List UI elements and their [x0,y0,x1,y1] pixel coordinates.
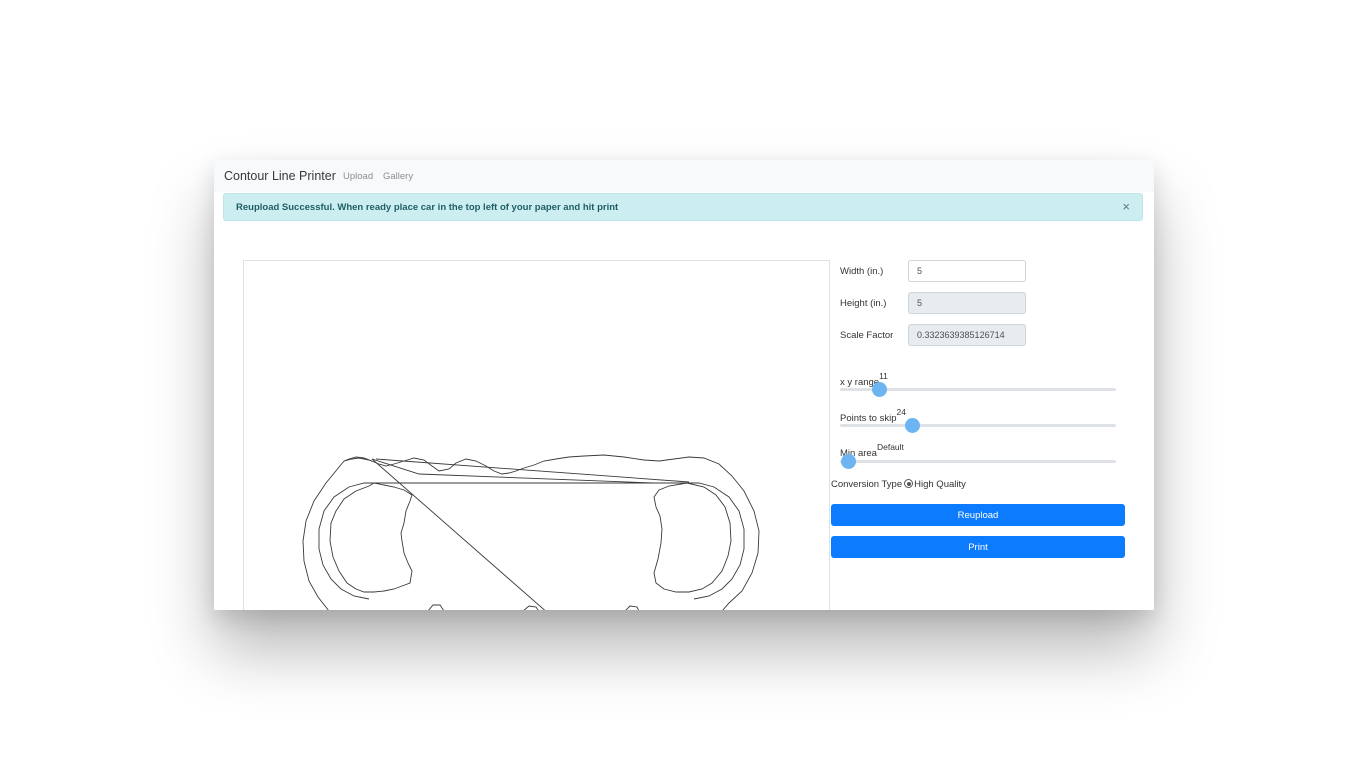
conversion-type-label: Conversion Type [831,479,903,490]
high-quality-option[interactable]: High Quality [914,479,966,490]
inner-left-contour [329,482,413,593]
reupload-button[interactable]: Reupload [831,504,1125,526]
conversion-type: Conversion Type High Quality [831,479,966,490]
height-label: Height (in.) [840,298,887,309]
width-label: Width (in.) [840,266,884,277]
height-input[interactable] [908,292,1026,314]
cross-line-1 [371,458,546,610]
brand-title[interactable]: Contour Line Printer [224,169,336,183]
bottom-bump-3 [625,605,640,610]
points-to-skip-value: 24 [896,407,906,417]
radio-selected-icon[interactable] [904,479,914,488]
bottom-bump-1 [428,604,444,610]
close-icon[interactable]: × [1122,199,1130,215]
success-alert: Reupload Successful. When ready place ca… [223,193,1143,221]
min-area-thumb[interactable] [841,454,857,469]
right-ring [687,482,745,600]
cross-line-2 [371,458,655,484]
contour-drawing [302,454,760,610]
inner-right-contour [653,482,732,593]
points-to-skip-label: Points to skip24 [840,407,906,424]
min-area-slider[interactable] [840,454,1116,469]
width-input[interactable] [908,260,1026,282]
points-to-skip-slider[interactable] [840,418,1116,433]
navbar: Contour Line Printer Upload Gallery [214,160,1154,192]
scale-factor-label: Scale Factor [840,330,894,341]
nav-link-upload[interactable]: Upload [343,171,373,182]
points-to-skip-thumb[interactable] [904,418,920,433]
xy-range-thumb[interactable] [871,382,887,397]
app-window: Contour Line Printer Upload Gallery Reup… [214,160,1154,610]
xy-range-slider[interactable] [840,382,1116,397]
bottom-bump-2 [523,605,539,610]
min-area-value: Default [876,442,904,452]
nav-link-gallery[interactable]: Gallery [383,171,413,182]
print-button[interactable]: Print [831,536,1125,558]
scale-factor-input[interactable] [908,324,1026,346]
alert-message: Reupload Successful. When ready place ca… [236,202,619,213]
contour-canvas [243,260,830,610]
xy-range-value: 11 [879,371,888,381]
